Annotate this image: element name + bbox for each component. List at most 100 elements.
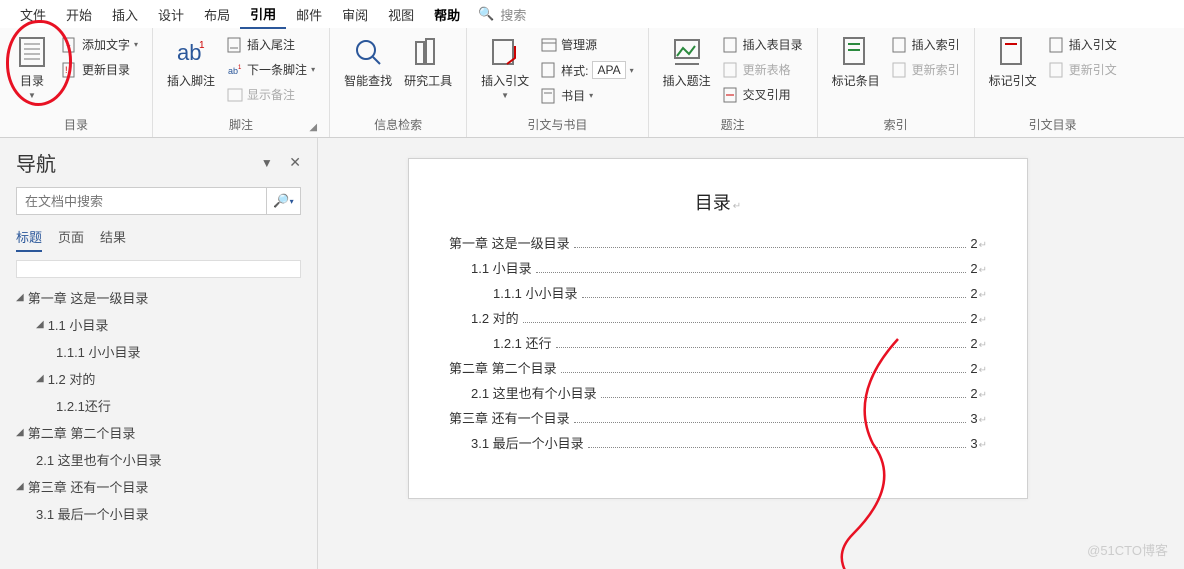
cross-ref-icon	[723, 87, 739, 103]
add-text-button[interactable]: + 添加文字 ▾	[60, 34, 140, 55]
tab-review[interactable]: 审阅	[332, 1, 378, 28]
chevron-icon: ◢	[36, 319, 44, 330]
insert-footnote-button[interactable]: ab1 插入脚注	[161, 32, 221, 93]
chevron-icon: ◢	[16, 292, 24, 303]
insert-index-button[interactable]: 插入索引	[890, 34, 962, 55]
toc-entry[interactable]: 3.1 最后一个小目录3	[449, 433, 987, 452]
insert-toa-button[interactable]: 插入引文	[1047, 34, 1119, 55]
update-toc-button[interactable]: ! 更新目录	[60, 59, 140, 80]
toc-entry[interactable]: 1.1 小目录2	[449, 258, 987, 277]
next-footnote-button[interactable]: ab1 下一条脚注 ▾	[225, 59, 317, 80]
update-index-button: 更新索引	[890, 59, 962, 80]
bibliography-icon	[541, 88, 557, 104]
group-research: 智能查找 研究工具 信息检索	[330, 28, 467, 137]
search-label[interactable]: 搜索	[500, 5, 526, 24]
tab-view[interactable]: 视图	[378, 1, 424, 28]
toc-entry[interactable]: 第三章 还有一个目录3	[449, 408, 987, 427]
toc-button[interactable]: 目录 ▼	[8, 32, 56, 104]
insert-tof-button[interactable]: 插入表目录	[721, 34, 805, 55]
toc-entry[interactable]: 1.2.1 还行2	[449, 333, 987, 352]
toc-page: 2	[970, 386, 987, 401]
nav-tab-pages[interactable]: 页面	[58, 227, 84, 252]
nav-search-button[interactable]: 🔎 ▾	[266, 188, 300, 214]
dialog-launcher-icon[interactable]: ◢	[309, 122, 317, 133]
group-toa-label: 引文目录	[983, 114, 1123, 137]
chevron-icon: ◢	[36, 373, 44, 384]
bibliography-button[interactable]: 书目 ▾	[539, 85, 635, 106]
document-area[interactable]: 目录 第一章 这是一级目录21.1 小目录21.1.1 小小目录21.2 对的2…	[318, 138, 1184, 569]
nav-tree-item[interactable]: 1.2.1还行	[16, 392, 301, 419]
svg-text:ab: ab	[228, 66, 238, 76]
toc-entry[interactable]: 第二章 第二个目录2	[449, 358, 987, 377]
manage-sources-button[interactable]: 管理源	[539, 34, 635, 55]
nav-tree: ◢第一章 这是一级目录◢1.1 小目录1.1.1 小小目录◢1.2 对的1.2.…	[16, 284, 301, 527]
tab-references[interactable]: 引用	[240, 0, 286, 29]
tof-icon	[723, 37, 739, 53]
update-tof-button: 更新表格	[721, 59, 805, 80]
nav-dropdown-icon[interactable]: ▼	[261, 156, 273, 170]
close-icon[interactable]: ✕	[289, 154, 301, 170]
toc-page: 2	[970, 261, 987, 276]
manage-sources-icon	[541, 37, 557, 53]
citation-style-select[interactable]: 样式: APA ▾	[539, 59, 635, 81]
insert-caption-button[interactable]: 插入题注	[657, 32, 717, 93]
toc-text: 2.1 这里也有个小目录	[471, 383, 597, 402]
nav-tree-item[interactable]: ◢1.2 对的	[16, 365, 301, 392]
footnote-icon: ab1	[175, 36, 207, 68]
page: 目录 第一章 这是一级目录21.1 小目录21.1.1 小小目录21.2 对的2…	[408, 158, 1028, 499]
update-toa-icon	[1049, 62, 1065, 78]
group-footnotes: ab1 插入脚注 插入尾注 ab1 下一条脚注 ▾	[153, 28, 330, 137]
nav-tree-item[interactable]: ◢ 1.1 小目录	[16, 311, 301, 338]
tab-insert[interactable]: 插入	[102, 1, 148, 28]
nav-tree-item[interactable]: ◢第三章 还有一个目录	[16, 473, 301, 500]
toc-page: 2	[970, 336, 987, 351]
insert-toa-icon	[1049, 37, 1065, 53]
search-icon[interactable]: 🔍	[478, 6, 494, 22]
nav-top-bar[interactable]	[16, 260, 301, 278]
nav-tab-results[interactable]: 结果	[100, 227, 126, 252]
tree-item-label: 第二章 第二个目录	[28, 423, 136, 442]
nav-tree-item[interactable]: ◢第一章 这是一级目录	[16, 284, 301, 311]
tree-item-label: 1.1 小目录	[48, 315, 109, 334]
nav-tree-item[interactable]: 2.1 这里也有个小目录	[16, 446, 301, 473]
update-toc-icon: !	[62, 62, 78, 78]
mark-entry-button[interactable]: 标记条目	[826, 32, 886, 93]
toc-entry[interactable]: 1.2 对的2	[449, 308, 987, 327]
insert-index-icon	[892, 37, 908, 53]
tab-home[interactable]: 开始	[56, 1, 102, 28]
nav-search-input[interactable]	[17, 188, 266, 214]
mark-citation-button[interactable]: 标记引文	[983, 32, 1043, 93]
toc-page: 3	[970, 436, 987, 451]
tab-design[interactable]: 设计	[148, 1, 194, 28]
add-text-icon: +	[62, 37, 78, 53]
show-notes-icon	[227, 87, 243, 103]
research-tools-button[interactable]: 研究工具	[398, 32, 458, 93]
nav-tree-item[interactable]: 3.1 最后一个小目录	[16, 500, 301, 527]
tab-layout[interactable]: 布局	[194, 1, 240, 28]
smart-lookup-button[interactable]: 智能查找	[338, 32, 398, 93]
toc-entry[interactable]: 第一章 这是一级目录2	[449, 233, 987, 252]
tree-item-label: 第三章 还有一个目录	[28, 477, 149, 496]
cross-reference-button[interactable]: 交叉引用	[721, 84, 805, 105]
update-tof-icon	[723, 62, 739, 78]
group-captions-label: 题注	[657, 114, 809, 137]
chevron-down-icon: ▼	[28, 91, 36, 100]
toc-text: 1.1.1 小小目录	[493, 283, 578, 302]
toc-icon	[16, 36, 48, 68]
tab-mail[interactable]: 邮件	[286, 1, 332, 28]
nav-tab-headings[interactable]: 标题	[16, 227, 42, 252]
group-research-label: 信息检索	[338, 114, 458, 137]
nav-tree-item[interactable]: 1.1.1 小小目录	[16, 338, 301, 365]
toc-text: 第二章 第二个目录	[449, 358, 557, 377]
endnote-icon	[227, 37, 243, 53]
smart-lookup-icon	[352, 36, 384, 68]
toc-entry[interactable]: 2.1 这里也有个小目录 2	[449, 383, 987, 402]
tab-help[interactable]: 帮助	[424, 1, 470, 28]
nav-tree-item[interactable]: ◢第二章 第二个目录	[16, 419, 301, 446]
svg-text:1: 1	[199, 40, 205, 51]
tab-file[interactable]: 文件	[10, 1, 56, 28]
insert-citation-button[interactable]: 插入引文 ▼	[475, 32, 535, 104]
toc-entry[interactable]: 1.1.1 小小目录2	[449, 283, 987, 302]
insert-endnote-button[interactable]: 插入尾注	[225, 34, 317, 55]
group-captions: 插入题注 插入表目录 更新表格	[649, 28, 818, 137]
